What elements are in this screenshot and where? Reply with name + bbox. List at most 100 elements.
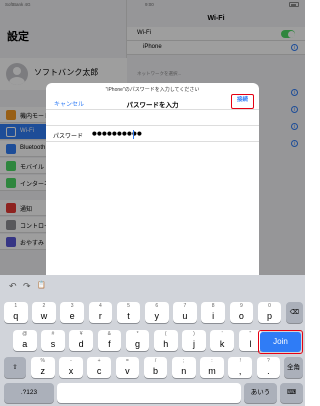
clock: 9:00: [145, 2, 154, 7]
key-secondary-label: +: [97, 358, 101, 364]
battery-icon: [289, 2, 299, 7]
join-button[interactable]: Join: [258, 330, 303, 354]
key-x[interactable]: -x: [59, 357, 83, 378]
key-comma[interactable]: !,: [228, 357, 252, 378]
key-label: k: [219, 339, 225, 349]
connect-button[interactable]: 接続: [231, 94, 254, 109]
key-label: o: [238, 311, 244, 321]
key-secondary-label: 2: [42, 303, 46, 309]
zenkaku-key[interactable]: 全角: [284, 357, 303, 378]
key-q[interactable]: 1q: [4, 302, 28, 323]
keyboard-toolbar: ↶ ↷ 📋: [0, 275, 305, 297]
key-i[interactable]: 8i: [201, 302, 225, 323]
key-label: v: [125, 366, 130, 376]
key-o[interactable]: 9o: [229, 302, 254, 323]
key-label: w: [40, 311, 48, 321]
key-j[interactable]: ) j: [182, 330, 206, 351]
key-label: u: [182, 311, 188, 321]
key-secondary-label: @: [22, 331, 28, 337]
paste-icon[interactable]: 📋: [37, 281, 46, 289]
key-u[interactable]: 7u: [173, 302, 197, 323]
key-secondary-label: ?: [266, 358, 270, 364]
key-secondary-label: ': [221, 331, 223, 337]
key-g[interactable]: * g: [125, 330, 150, 351]
key-p[interactable]: 0p: [257, 302, 282, 323]
key-period[interactable]: ?.: [256, 357, 281, 378]
key-t[interactable]: 5t: [116, 302, 141, 323]
key-b[interactable]: / b: [143, 357, 168, 378]
key-label: m: [208, 366, 216, 376]
hide-keyboard-key[interactable]: ⌨: [280, 383, 303, 403]
key-label: t: [127, 311, 130, 321]
key-secondary-label: 8: [211, 303, 215, 309]
key-label: a: [22, 339, 28, 349]
key-secondary-label: =: [125, 358, 129, 364]
key-label: p: [267, 311, 273, 321]
key-v[interactable]: = v: [115, 357, 140, 378]
key-label: i: [212, 311, 215, 321]
key-secondary-label: 7: [183, 303, 187, 309]
key-label: d: [78, 339, 84, 349]
key-z[interactable]: % z: [31, 357, 55, 378]
key-d[interactable]: ¥ d: [69, 330, 93, 351]
dialog-title: パスワードを入力: [126, 102, 179, 109]
key-secondary-label: 5: [127, 303, 130, 309]
numbers-key[interactable]: .?123: [4, 383, 54, 403]
key-secondary-label: 0: [268, 303, 271, 309]
delete-key[interactable]: ⌫: [286, 302, 303, 323]
key-f[interactable]: & f: [97, 330, 122, 351]
key-c[interactable]: + c: [87, 357, 111, 378]
key-label: b: [153, 366, 159, 376]
dialog-prompt: "iPhone"のパスワードを入力してください: [105, 87, 200, 93]
key-label: f: [108, 339, 111, 349]
key-secondary-label: /: [154, 358, 157, 364]
key-label: h: [163, 339, 169, 349]
carrier-label: SoftBank 4G: [5, 2, 31, 7]
password-dialog: "iPhone"のパスワードを入力してください キャンセル パスワードを入力 接…: [46, 83, 259, 275]
undo-icon[interactable]: ↶: [9, 281, 17, 292]
key-label: x: [68, 366, 74, 376]
join-label: Join: [260, 332, 301, 352]
key-e[interactable]: 3e: [60, 302, 84, 323]
key-y[interactable]: 6y: [145, 302, 169, 323]
key-secondary-label: ;: [183, 358, 185, 364]
space-bar[interactable]: [57, 383, 241, 403]
status-bar: SoftBank 4G 9:00: [0, 0, 305, 10]
key-w[interactable]: 2w: [32, 302, 56, 323]
password-input[interactable]: [92, 128, 242, 140]
key-secondary-label: (: [164, 331, 167, 337]
key-label: y: [154, 311, 160, 321]
shift-key[interactable]: ⇧: [4, 357, 26, 378]
key-n[interactable]: ; n: [172, 357, 196, 378]
key-label: j: [192, 339, 195, 349]
key-r[interactable]: 4r: [88, 302, 113, 323]
key-secondary-label: %: [40, 358, 45, 364]
key-label: .: [267, 366, 270, 376]
key-label: q: [13, 311, 19, 321]
key-label: s: [50, 339, 56, 349]
key-label: z: [40, 366, 46, 376]
key-label: g: [135, 339, 141, 349]
key-h[interactable]: (h: [154, 330, 178, 351]
key-a[interactable]: @ a: [13, 330, 37, 351]
key-secondary-label: 4: [98, 303, 102, 309]
key-secondary-label: ¥: [79, 331, 83, 337]
key-secondary-label: 9: [239, 303, 243, 309]
key-label: e: [69, 311, 75, 321]
key-secondary-label: ): [193, 331, 195, 337]
password-row: パスワード: [46, 125, 259, 142]
key-k[interactable]: ' k: [210, 330, 234, 351]
password-label: パスワード: [53, 134, 84, 140]
key-secondary-label: 1: [14, 303, 18, 309]
key-secondary-label: #: [51, 331, 55, 337]
key-secondary-label: :: [211, 358, 213, 364]
aiu-key[interactable]: あいう: [244, 383, 277, 403]
key-label: c: [96, 366, 102, 376]
key-secondary-label: -: [70, 358, 72, 364]
key-m[interactable]: :m: [200, 357, 224, 378]
redo-icon[interactable]: ↷: [23, 281, 31, 292]
key-secondary-label: &: [107, 331, 112, 337]
key-secondary-label: *: [136, 331, 139, 337]
key-s[interactable]: # s: [41, 330, 65, 351]
key-secondary-label: !: [239, 358, 241, 364]
